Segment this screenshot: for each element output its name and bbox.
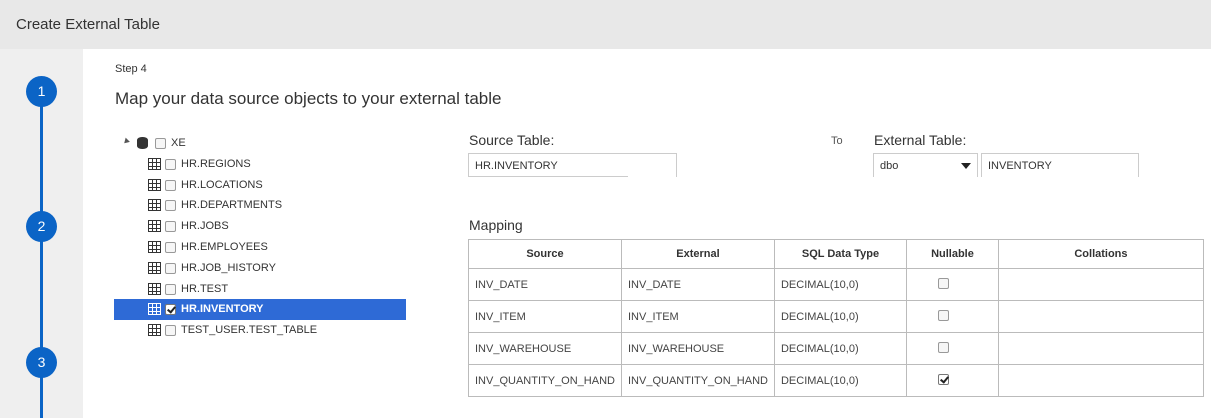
table-icon — [148, 303, 161, 316]
tree-item-label: HR.INVENTORY — [181, 303, 264, 316]
mapping-table: Source External SQL Data Type Nullable C… — [468, 239, 1205, 397]
to-label: To — [831, 135, 843, 147]
tree-item-label: HR.EMPLOYEES — [181, 240, 268, 253]
tree-item-checkbox[interactable] — [165, 179, 176, 191]
table-icon — [148, 157, 161, 170]
sql-data-type-cell[interactable]: DECIMAL(10,0) — [773, 332, 908, 365]
source-column-cell: INV_DATE — [468, 268, 622, 301]
tree-item[interactable]: HR.JOB_HISTORY — [114, 258, 406, 279]
mapping-row: INV_ITEM INV_ITEM DECIMAL(10,0) — [468, 300, 1205, 333]
tree-item-checkbox[interactable] — [165, 200, 176, 212]
tree-item-checkbox[interactable] — [165, 262, 176, 274]
column-header-nullable: Nullable — [906, 239, 999, 269]
source-column-cell: INV_WAREHOUSE — [468, 332, 622, 365]
tree-item-label: HR.LOCATIONS — [181, 178, 263, 191]
table-icon — [148, 220, 161, 233]
external-column-cell[interactable]: INV_DATE — [620, 268, 775, 301]
tree-item[interactable]: HR.INVENTORY — [114, 299, 406, 321]
source-column-cell: INV_ITEM — [468, 300, 622, 333]
schema-select[interactable]: dbo — [873, 153, 978, 177]
tree-item-checkbox[interactable] — [165, 325, 176, 337]
source-object-tree: XE HR.REGIONS HR.LOCATIONS HR.DEPARTMENTS H… — [114, 133, 406, 341]
nullable-checkbox[interactable] — [937, 309, 949, 321]
mapping-row: INV_DATE INV_DATE DECIMAL(10,0) — [468, 268, 1205, 301]
nullable-cell — [906, 332, 999, 365]
tree-item-checkbox[interactable] — [165, 221, 176, 233]
page-heading: Map your data source objects to your ext… — [115, 89, 502, 108]
tree-checkbox-xe[interactable] — [155, 138, 166, 149]
tree-item-checkbox[interactable] — [165, 241, 176, 253]
source-column-cell: INV_QUANTITY_ON_HAND — [468, 364, 622, 397]
external-column-cell[interactable]: INV_QUANTITY_ON_HAND — [620, 364, 775, 397]
nullable-checkbox[interactable] — [937, 277, 949, 289]
table-icon — [148, 261, 161, 274]
sql-data-type-cell[interactable]: DECIMAL(10,0) — [773, 268, 908, 301]
tree-item-label: HR.JOBS — [181, 220, 229, 233]
tree-item[interactable]: HR.EMPLOYEES — [114, 237, 406, 258]
table-icon — [148, 282, 161, 295]
tree-root-xe[interactable]: XE — [114, 133, 406, 154]
step-1-indicator[interactable]: 1 — [26, 76, 57, 107]
column-header-sql-data-type: SQL Data Type — [773, 239, 908, 269]
tree-item[interactable]: HR.TEST — [114, 279, 406, 300]
nullable-cell — [906, 268, 999, 301]
collation-cell[interactable] — [997, 332, 1205, 365]
tree-item-label: HR.REGIONS — [181, 157, 251, 170]
step-2-indicator[interactable]: 2 — [26, 211, 57, 242]
table-icon — [148, 178, 161, 191]
collation-cell[interactable] — [997, 268, 1205, 301]
wizard-stepper: 1 2 3 — [0, 49, 83, 418]
mapping-row: INV_QUANTITY_ON_HAND INV_QUANTITY_ON_HAND… — [468, 364, 1205, 397]
external-table-label: External Table: — [874, 132, 967, 148]
table-icon — [148, 324, 161, 337]
tree-item-label: XE — [171, 137, 186, 149]
nullable-cell — [906, 300, 999, 333]
tree-item-label: HR.JOB_HISTORY — [181, 261, 276, 274]
expand-collapse-icon[interactable] — [122, 137, 130, 146]
external-table-name-field[interactable]: INVENTORY — [981, 153, 1139, 177]
window-title: Create External Table — [16, 16, 160, 33]
tree-item[interactable]: HR.REGIONS — [114, 154, 406, 175]
mapping-row: INV_WAREHOUSE INV_WAREHOUSE DECIMAL(10,0) — [468, 332, 1205, 365]
tree-item[interactable]: HR.DEPARTMENTS — [114, 195, 406, 216]
nullable-checkbox[interactable] — [937, 373, 949, 385]
collation-cell[interactable] — [997, 300, 1205, 333]
tree-item-label: HR.DEPARTMENTS — [181, 199, 283, 212]
step-label: Step 4 — [115, 63, 147, 75]
table-icon — [148, 240, 161, 253]
title-bar: Create External Table — [0, 0, 1211, 49]
external-column-cell[interactable]: INV_WAREHOUSE — [620, 332, 775, 365]
tree-item-checkbox[interactable] — [165, 304, 176, 316]
tree-item[interactable]: TEST_USER.TEST_TABLE — [114, 320, 406, 341]
sql-data-type-cell[interactable]: DECIMAL(10,0) — [773, 300, 908, 333]
database-icon — [137, 137, 148, 149]
column-header-collations: Collations — [997, 239, 1205, 269]
sql-data-type-cell[interactable]: DECIMAL(10,0) — [773, 364, 908, 397]
tree-item-checkbox[interactable] — [165, 158, 176, 170]
tree-item[interactable]: HR.LOCATIONS — [114, 175, 406, 196]
tree-item-label: HR.TEST — [181, 282, 229, 295]
column-header-source: Source — [468, 239, 622, 269]
dropdown-arrow-icon — [961, 163, 971, 169]
step-3-indicator[interactable]: 3 — [26, 347, 57, 378]
nullable-cell — [906, 364, 999, 397]
external-column-cell[interactable]: INV_ITEM — [620, 300, 775, 333]
mapping-header-row: Source External SQL Data Type Nullable C… — [468, 239, 1205, 269]
schema-select-value: dbo — [880, 160, 899, 172]
nullable-checkbox[interactable] — [937, 341, 949, 353]
collation-cell[interactable] — [997, 364, 1205, 397]
tree-item-label: TEST_USER.TEST_TABLE — [181, 324, 318, 337]
column-header-external: External — [620, 239, 775, 269]
table-icon — [148, 199, 161, 212]
source-table-label: Source Table: — [469, 132, 555, 148]
source-table-field[interactable]: HR.INVENTORY — [468, 153, 677, 177]
mapping-label: Mapping — [469, 217, 523, 233]
tree-item-checkbox[interactable] — [165, 283, 176, 295]
tree-item[interactable]: HR.JOBS — [114, 216, 406, 237]
